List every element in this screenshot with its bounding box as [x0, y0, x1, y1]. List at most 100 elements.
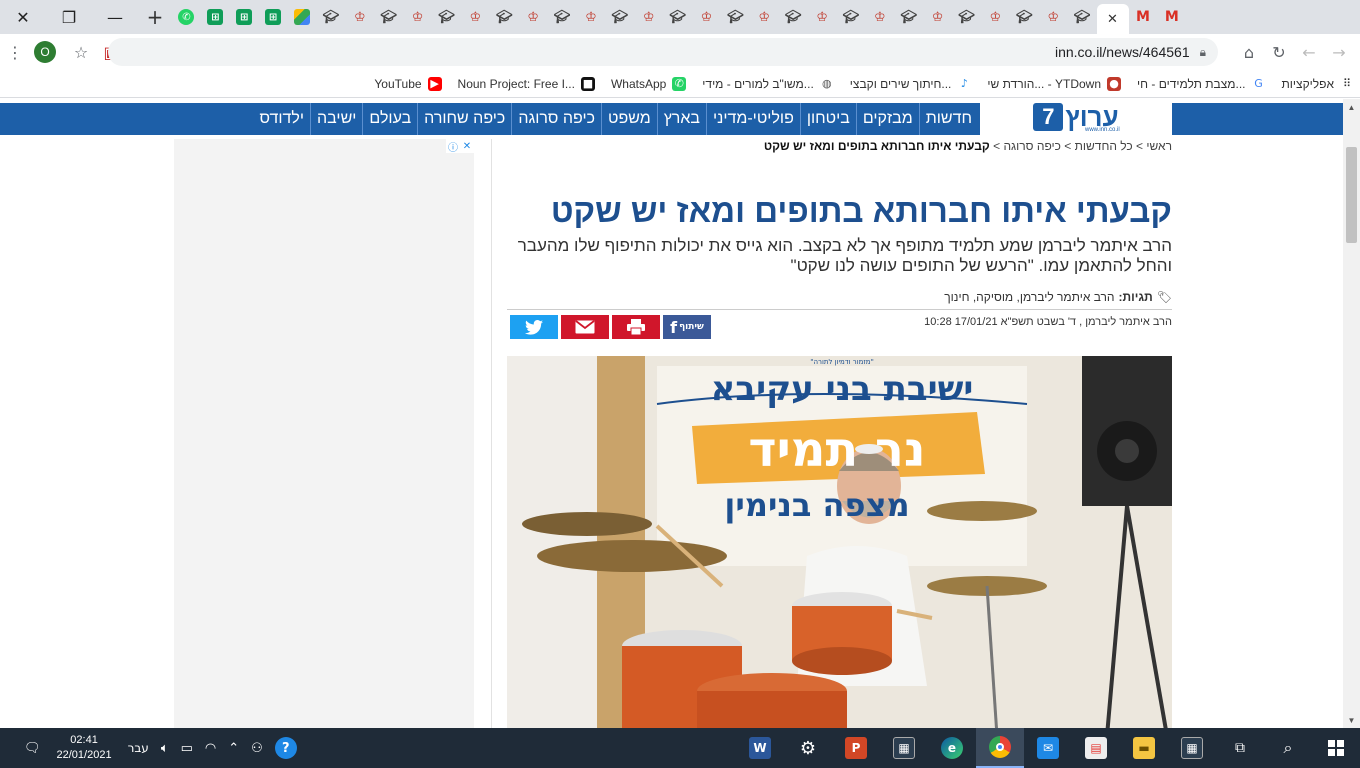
site-nav-item[interactable]: כיפה שחורה [417, 103, 511, 135]
window-close-button[interactable]: ✕ [0, 0, 46, 34]
tab-5[interactable]: 🎓︎ [316, 0, 345, 34]
taskbar-app-word[interactable]: W [736, 728, 784, 768]
chevron-up-icon[interactable]: ⌃ [228, 741, 239, 756]
taskbar-app-explorer[interactable]: ▬ [1120, 728, 1168, 768]
window-minimize-button[interactable]: — [92, 0, 138, 34]
menu-kebab-icon[interactable]: ⋮ [0, 34, 30, 70]
tab-20[interactable]: ♔ [750, 0, 779, 34]
volume-icon[interactable]: 🔈︎ [161, 741, 169, 756]
tab-13[interactable]: 🎓︎ [548, 0, 577, 34]
profile-avatar[interactable]: O [34, 41, 56, 63]
site-nav-item[interactable]: חדשות [918, 103, 978, 135]
bookmark-item[interactable]: ⠿ אפליקציות [1282, 77, 1354, 91]
twitter-share-button[interactable] [510, 315, 558, 339]
scroll-thumb[interactable] [1346, 147, 1357, 243]
tab-28[interactable]: ♔ [981, 0, 1010, 34]
tab-2[interactable]: ⊞ [230, 0, 259, 34]
tab-29[interactable]: 🎓︎ [1010, 0, 1039, 34]
tab-4[interactable] [288, 0, 317, 34]
tab-14[interactable]: ♔ [576, 0, 605, 34]
breadcrumb-link[interactable]: כיפה סרוגה [1003, 139, 1061, 153]
bookmark-item[interactable]: ◍ משו"ב למורים - מידי... [702, 77, 834, 91]
tab-23[interactable]: 🎓︎ [836, 0, 865, 34]
site-nav-item[interactable]: ישיבה [310, 103, 362, 135]
site-nav-item[interactable]: ביטחון [799, 103, 856, 135]
bookmark-item[interactable]: ✆ WhatsApp [611, 76, 687, 91]
site-nav-item[interactable]: משפט [601, 103, 657, 135]
tab-22[interactable]: ♔ [808, 0, 837, 34]
reload-icon[interactable]: ↻ [1264, 34, 1294, 70]
clock[interactable]: 02:41 22/01/2021 [57, 733, 112, 764]
bookmark-item[interactable]: ♪ חיתוך שירים וקבצי... [850, 77, 972, 91]
tab-10[interactable]: ♔ [461, 0, 490, 34]
article-photo[interactable]: "מזמור ודמיון לתורה" ישיבת בני עקיבא נר … [507, 356, 1172, 728]
active-tab[interactable]: ✕ [1096, 4, 1129, 34]
tab-7[interactable]: 🎓︎ [374, 0, 403, 34]
taskbar-app-powerpoint[interactable]: P [832, 728, 880, 768]
start-button[interactable] [1312, 728, 1360, 768]
ad-slot[interactable]: ⓘ ✕ [174, 139, 474, 728]
bookmark-star-icon[interactable]: ☆ [66, 34, 96, 70]
ad-close-icon[interactable]: ✕ [460, 139, 474, 153]
taskbar-app-film-2[interactable]: ▦ [880, 728, 928, 768]
tab-19[interactable]: 🎓︎ [721, 0, 750, 34]
site-nav-item[interactable]: בעולם [362, 103, 417, 135]
tab-8[interactable]: ♔ [403, 0, 432, 34]
tab-15[interactable]: 🎓︎ [605, 0, 634, 34]
taskbar-app-edge[interactable]: e [928, 728, 976, 768]
page-scrollbar[interactable]: ▲ ▼ [1343, 99, 1360, 728]
bookmark-item[interactable]: ● הורדת שי... - YTDown [987, 76, 1122, 91]
print-button[interactable] [612, 315, 660, 339]
url-text[interactable]: inn.co.il/news/464561 [1055, 44, 1190, 60]
tab-16[interactable]: ♔ [634, 0, 663, 34]
window-restore-button[interactable]: ❐ [46, 0, 92, 34]
help-icon[interactable]: ? [274, 737, 297, 759]
tab-24[interactable]: ♔ [865, 0, 894, 34]
close-tab-icon[interactable]: ✕ [1107, 12, 1118, 27]
tab-1[interactable]: ⊞ [201, 0, 230, 34]
bookmark-item[interactable]: ▶ YouTube [374, 76, 442, 91]
forward-arrow-icon[interactable]: → [1324, 34, 1354, 70]
tab-26[interactable]: ♔ [923, 0, 952, 34]
tab-9[interactable]: 🎓︎ [432, 0, 461, 34]
facebook-share-button[interactable]: f שיתוף [663, 315, 711, 339]
breadcrumb-link[interactable]: ראשי [1146, 139, 1172, 153]
lock-icon[interactable]: 🔒︎ [1200, 45, 1206, 60]
site-nav-item[interactable]: כיפה סרוגה [511, 103, 601, 135]
home-icon[interactable]: ⌂ [1234, 34, 1264, 70]
taskbar-app-settings[interactable]: ⚙ [784, 728, 832, 768]
tab-gmail[interactable]: M [1129, 0, 1158, 34]
bookmark-item[interactable]: ■ Noun Project: Free I... [458, 76, 595, 91]
tab-30[interactable]: ♔ [1039, 0, 1068, 34]
task-view-button[interactable]: ⧉ [1216, 728, 1264, 768]
search-button[interactable]: ⌕ [1264, 728, 1312, 768]
tab-18[interactable]: ♔ [692, 0, 721, 34]
taskbar-app-store[interactable]: ▤ [1072, 728, 1120, 768]
ad-info-icon[interactable]: ⓘ [446, 139, 460, 154]
tab-25[interactable]: 🎓︎ [894, 0, 923, 34]
site-nav-item[interactable]: מבזקים [855, 103, 919, 135]
taskbar-app-chrome[interactable] [976, 728, 1024, 768]
breadcrumb-link[interactable]: כל החדשות [1075, 139, 1133, 153]
scroll-down-icon[interactable]: ▼ [1343, 712, 1360, 728]
tab-0[interactable]: ✆ [172, 0, 201, 34]
taskbar-app-film[interactable]: ▦ [1168, 728, 1216, 768]
site-nav-item[interactable]: פוליטי-מדיני [705, 103, 800, 135]
site-nav-item[interactable]: ילדודס [253, 103, 310, 135]
tab-12[interactable]: ♔ [519, 0, 548, 34]
tab-6[interactable]: ♔ [345, 0, 374, 34]
battery-icon[interactable]: ▭ [181, 741, 193, 756]
notification-icon[interactable]: 🗨︎ [24, 741, 41, 756]
email-share-button[interactable] [561, 315, 609, 339]
tab-3[interactable]: ⊞ [259, 0, 288, 34]
tab-gmail-2[interactable]: M [1157, 0, 1186, 34]
tags-links[interactable]: הרב איתמר ליברמן, מוסיקה, חינוך [944, 290, 1114, 304]
back-arrow-icon[interactable]: ← [1294, 34, 1324, 70]
bookmark-item[interactable]: G מצבת תלמידים - חי... [1137, 77, 1265, 91]
site-nav-item[interactable]: בארץ [656, 103, 706, 135]
new-tab-button[interactable]: + [138, 0, 172, 34]
language-indicator[interactable]: עבר [128, 741, 149, 755]
site-logo[interactable]: 7 ערוץ www.inn.co.il [980, 99, 1172, 135]
tab-21[interactable]: 🎓︎ [779, 0, 808, 34]
taskbar-app-mail[interactable]: ✉ [1024, 728, 1072, 768]
